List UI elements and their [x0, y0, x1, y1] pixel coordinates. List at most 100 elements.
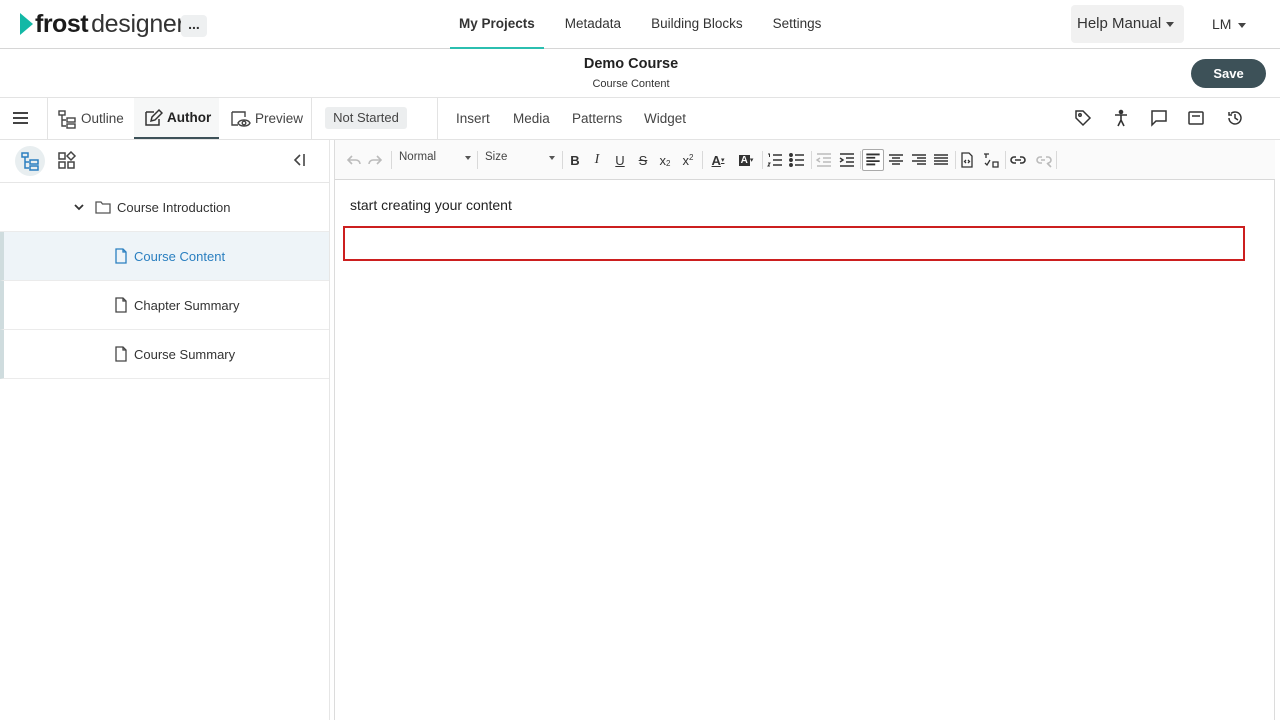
highlighted-empty-paragraph[interactable] — [343, 226, 1245, 261]
nav-metadata[interactable]: Metadata — [556, 0, 630, 49]
page-icon — [115, 297, 127, 313]
redo-icon[interactable] — [366, 151, 384, 169]
bullet-list-icon[interactable] — [788, 151, 806, 169]
logo-text-light: designer — [91, 9, 185, 38]
frost-designer-logo[interactable]: frost designer — [20, 10, 185, 38]
logo-text-bold: frost — [35, 9, 89, 38]
align-right-icon[interactable] — [910, 151, 928, 169]
toolbar-divider — [1056, 151, 1057, 169]
outdent-icon[interactable] — [815, 151, 833, 169]
indent-icon[interactable] — [838, 151, 856, 169]
tab-preview-label: Preview — [255, 111, 304, 126]
nav-my-projects[interactable]: My Projects — [450, 0, 544, 49]
bold-icon[interactable]: B — [566, 151, 584, 169]
align-center-icon[interactable] — [887, 151, 905, 169]
chevron-down-icon — [1166, 21, 1175, 27]
tab-author-label: Author — [167, 110, 212, 125]
tree-folder-label: Course Introduction — [117, 199, 231, 215]
tree-item-label: Course Summary — [134, 346, 236, 362]
accessibility-icon[interactable] — [1112, 109, 1130, 127]
menu-widget[interactable]: Widget — [644, 98, 686, 139]
more-options-button[interactable]: ... — [181, 15, 207, 37]
editor-content-text[interactable]: start creating your content — [350, 197, 512, 213]
rich-text-toolbar: Normal Size B I U S x2 x2 A ▾ A ▾ — [335, 140, 1275, 180]
toolbar-divider — [860, 151, 861, 169]
user-menu[interactable]: LM — [1212, 16, 1247, 32]
menu-patterns[interactable]: Patterns — [572, 98, 622, 139]
divider — [437, 98, 438, 139]
sidebar-header — [0, 140, 330, 183]
italic-icon[interactable]: I — [588, 151, 606, 169]
menu-insert[interactable]: Insert — [456, 98, 490, 139]
toolbar-divider — [955, 151, 956, 169]
main-nav: My Projects Metadata Building Blocks Set… — [450, 0, 842, 49]
tab-author[interactable]: Author — [134, 98, 219, 139]
mode-toolbar: Outline Author Preview Not Started Inser… — [0, 98, 1280, 140]
chevron-down-icon[interactable] — [73, 201, 85, 213]
panel-icon[interactable] — [1187, 109, 1205, 127]
align-justify-icon[interactable] — [932, 151, 950, 169]
divider — [47, 98, 48, 139]
history-icon[interactable] — [1226, 109, 1244, 127]
help-manual-dropdown[interactable]: Help Manual — [1071, 5, 1184, 43]
toolbar-divider — [477, 151, 478, 169]
tab-preview[interactable]: Preview — [229, 98, 303, 139]
tree-item-course-summary[interactable]: Course Summary — [0, 330, 329, 379]
tree-item-label: Chapter Summary — [134, 297, 240, 313]
blocks-grid-icon — [58, 151, 77, 169]
toolbar-divider — [1005, 151, 1006, 169]
tree-item-course-content[interactable]: Course Content — [0, 232, 329, 281]
tab-outline-label: Outline — [81, 111, 124, 126]
link-icon[interactable] — [1009, 151, 1027, 169]
align-left-icon[interactable] — [862, 149, 884, 171]
preview-eye-icon — [231, 110, 251, 127]
nav-settings[interactable]: Settings — [764, 0, 831, 49]
save-button[interactable]: Save — [1191, 59, 1266, 88]
course-title-bar: Demo Course Course Content Save — [0, 49, 1280, 98]
strikethrough-icon[interactable]: S — [634, 151, 652, 169]
ordered-list-icon[interactable] — [766, 151, 784, 169]
nav-building-blocks[interactable]: Building Blocks — [642, 0, 752, 49]
menu-media[interactable]: Media — [513, 98, 550, 139]
hamburger-menu-icon[interactable] — [13, 112, 28, 124]
chevron-down-icon — [1238, 22, 1247, 28]
page-icon — [115, 248, 127, 264]
help-manual-label: Help Manual — [1077, 15, 1162, 32]
top-navigation: frost designer ... My Projects Metadata … — [0, 0, 1280, 49]
course-tree-sidebar: Course Introduction Course Content Chapt… — [0, 140, 330, 720]
source-code-icon[interactable] — [958, 151, 976, 169]
tree-item-chapter-summary[interactable]: Chapter Summary — [0, 281, 329, 330]
chevron-down-icon — [465, 156, 471, 160]
user-initials: LM — [1212, 16, 1232, 32]
underline-icon[interactable]: U — [611, 151, 629, 169]
format-select[interactable]: Normal — [399, 150, 471, 168]
logo-chevron-icon — [20, 13, 33, 35]
undo-icon[interactable] — [345, 151, 363, 169]
tag-icon[interactable] — [1074, 109, 1092, 127]
tree-folder-course-introduction[interactable]: Course Introduction — [0, 183, 329, 232]
find-replace-icon[interactable] — [982, 151, 1000, 169]
blocks-view-button[interactable] — [52, 146, 82, 176]
toolbar-divider — [762, 151, 763, 169]
status-badge[interactable]: Not Started — [325, 107, 407, 129]
tree-item-label: Course Content — [134, 248, 226, 264]
toolbar-divider — [702, 151, 703, 169]
unlink-icon[interactable] — [1035, 151, 1053, 169]
collapse-sidebar-icon[interactable] — [291, 152, 307, 168]
size-select-value: Size — [485, 151, 508, 163]
format-select-value: Normal — [399, 151, 437, 163]
course-title: Demo Course — [583, 56, 679, 72]
toolbar-divider — [391, 151, 392, 169]
superscript-icon[interactable]: x2 — [679, 151, 697, 169]
comment-icon[interactable] — [1150, 109, 1168, 127]
tab-outline[interactable]: Outline — [57, 98, 124, 139]
chevron-down-icon — [549, 156, 555, 160]
divider — [311, 98, 312, 139]
subscript-icon[interactable]: x2 — [656, 151, 674, 169]
highlight-color-icon[interactable]: A ▾ — [735, 151, 757, 169]
tree-view-icon — [21, 152, 39, 171]
folder-icon — [95, 201, 111, 214]
tree-view-button[interactable] — [15, 146, 45, 176]
text-color-icon[interactable]: A ▾ — [707, 151, 729, 169]
size-select[interactable]: Size — [485, 150, 555, 168]
